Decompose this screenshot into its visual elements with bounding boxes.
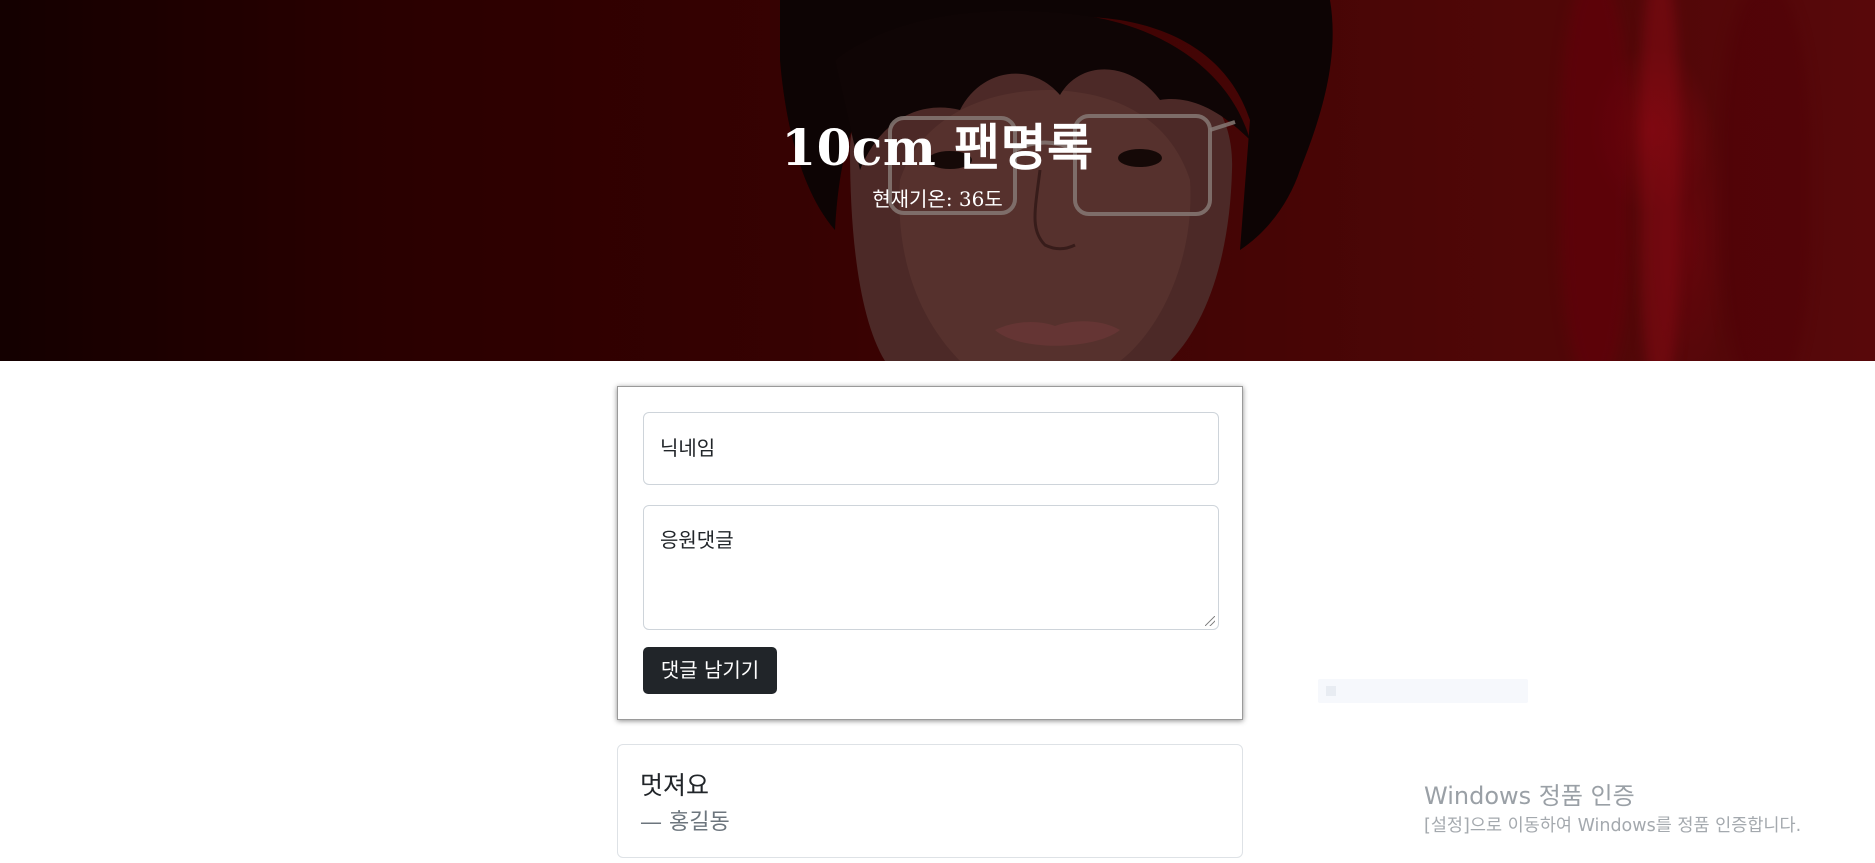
popup-icon — [1326, 685, 1336, 696]
comment-form-card: 닉네임 응원댓글 댓글 남기기 — [617, 386, 1243, 720]
nickname-input[interactable]: 닉네임 — [643, 412, 1219, 485]
page-title: 10cm 팬명록 — [781, 118, 1094, 177]
activation-title: Windows 정품 인증 — [1424, 782, 1635, 810]
windows-activation-watermark: Windows 정품 인증 [설정]으로 이동하여 Windows를 정품 인증… — [1424, 780, 1864, 840]
comment-textarea[interactable]: 응원댓글 — [643, 505, 1219, 630]
comment-text: 멋져요 — [640, 771, 710, 800]
comment-card: 멋져요 — 홍길동 — [617, 744, 1243, 858]
activation-description: [설정]으로 이동하여 Windows를 정품 인증합니다. — [1424, 816, 1802, 836]
comment-placeholder: 응원댓글 — [660, 528, 734, 552]
resize-handle-icon[interactable] — [1205, 616, 1215, 626]
comment-author: — 홍길동 — [640, 810, 730, 835]
submit-comment-button[interactable]: 댓글 남기기 — [643, 647, 777, 694]
weather-text: 현재기온: 36도 — [872, 187, 1003, 211]
faint-popup — [1318, 679, 1528, 703]
hero-banner: 10cm 팬명록 현재기온: 36도 — [0, 0, 1875, 361]
nickname-placeholder: 닉네임 — [660, 436, 716, 460]
